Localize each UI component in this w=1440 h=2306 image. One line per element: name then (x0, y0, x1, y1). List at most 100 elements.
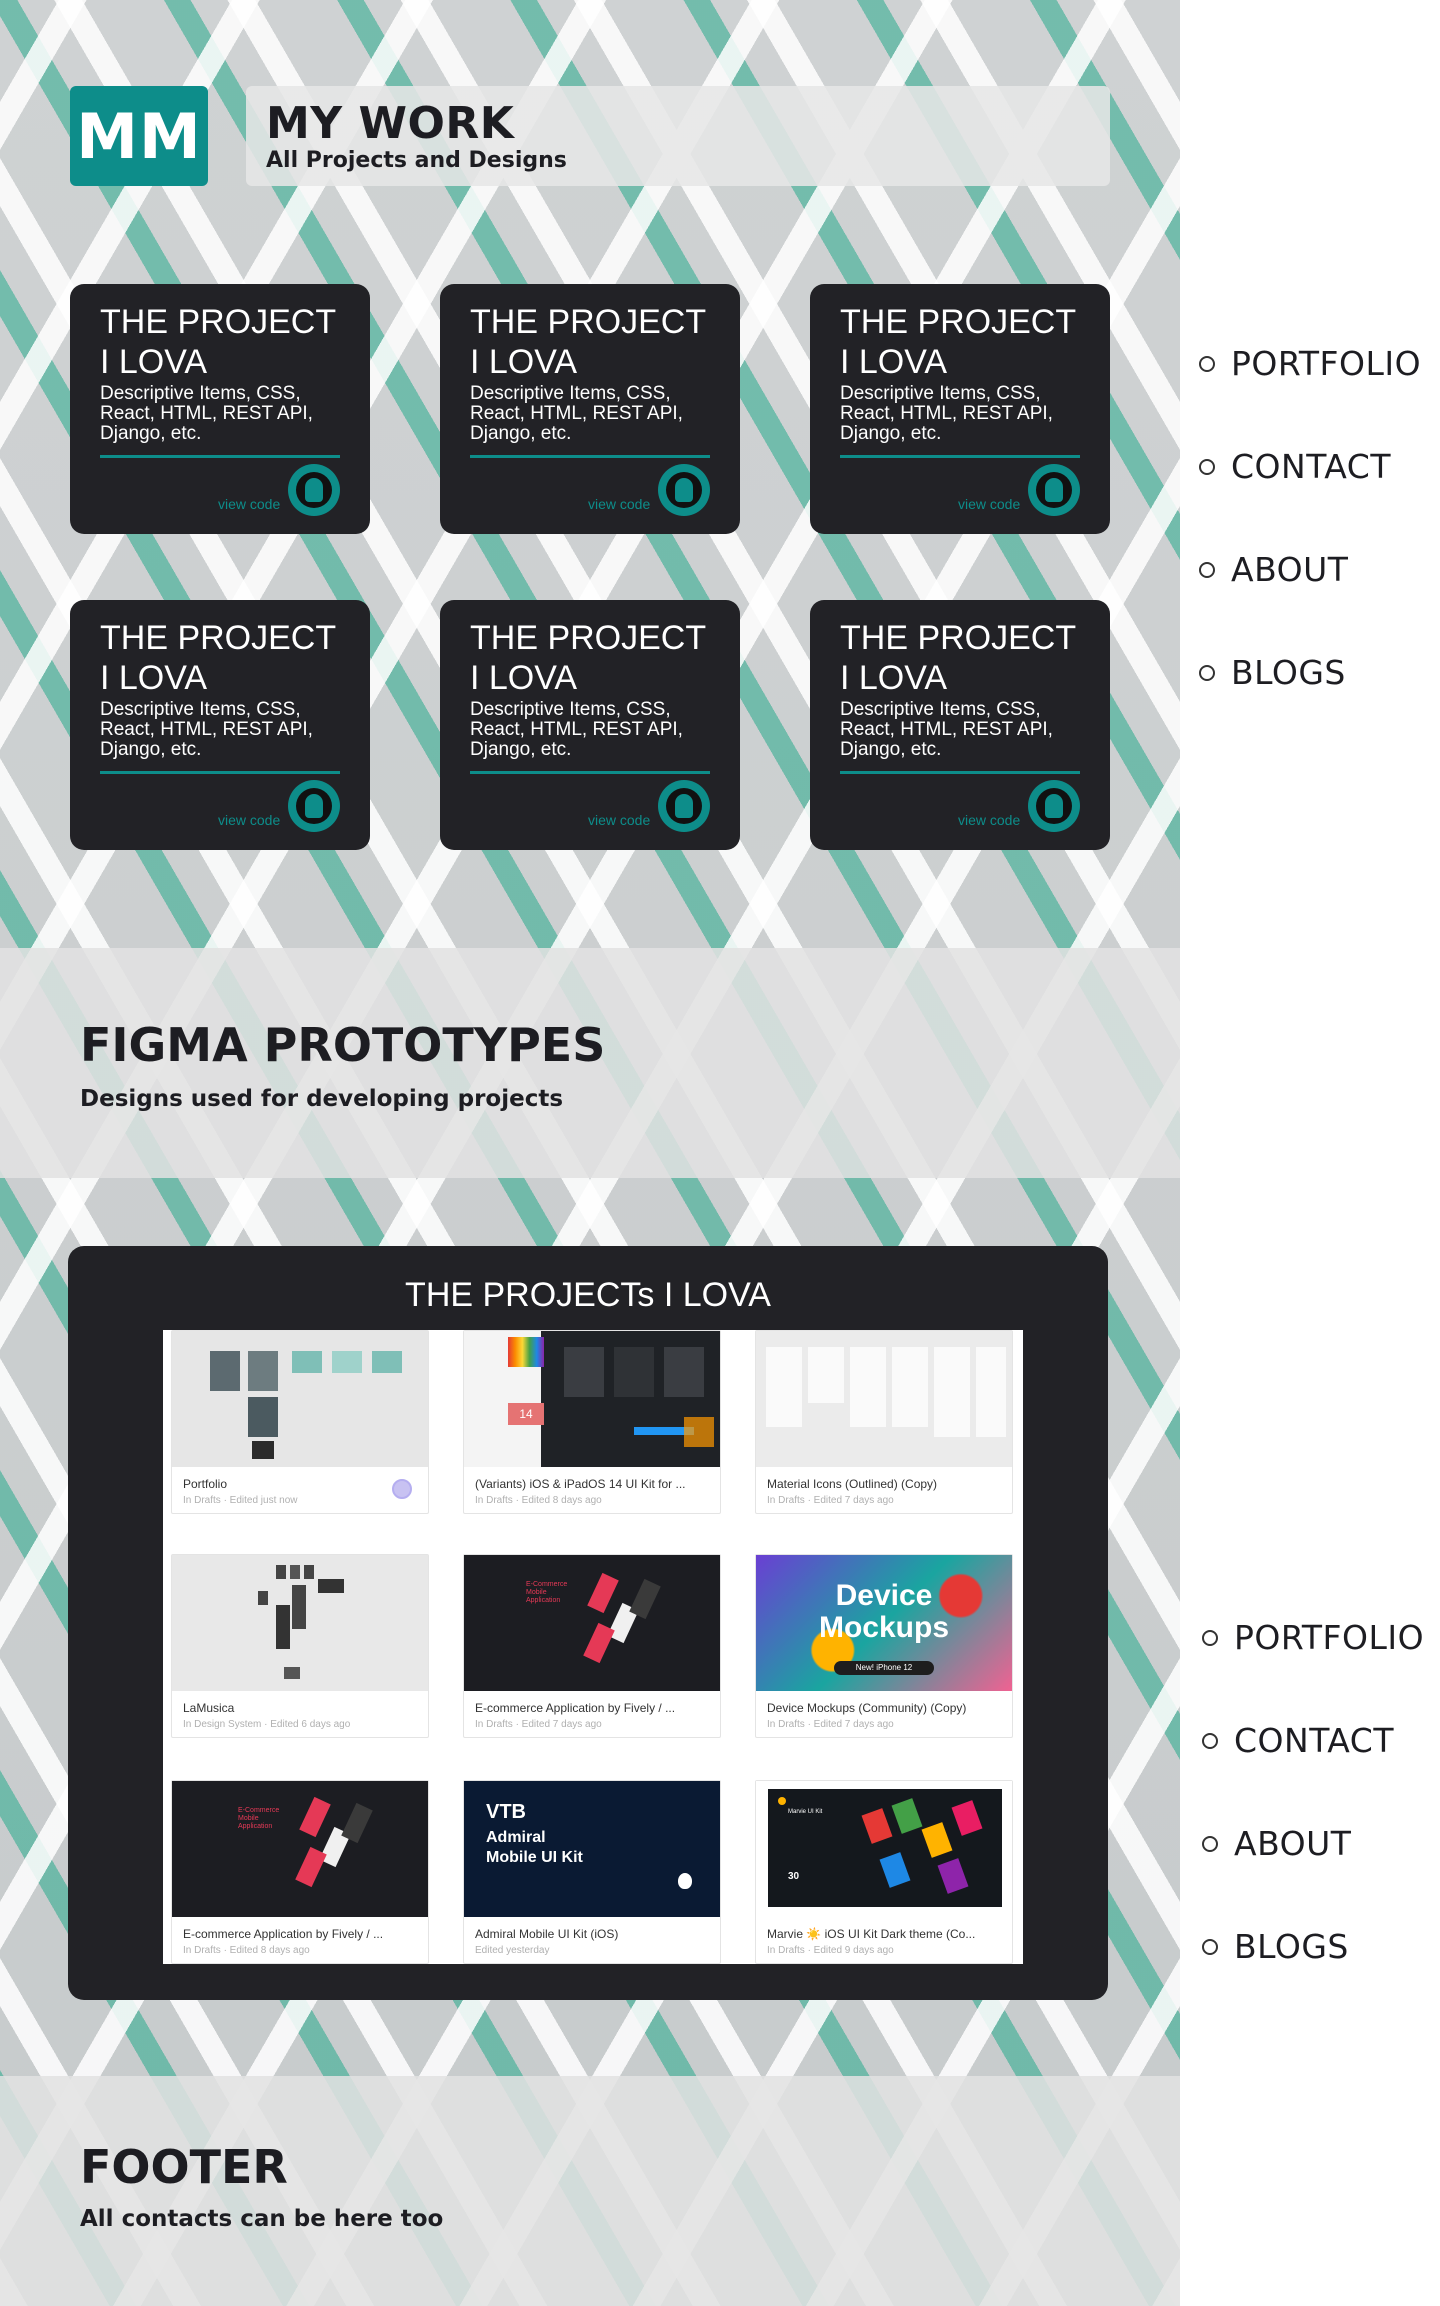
view-code-link[interactable]: view code (588, 496, 650, 512)
page-subtitle: All Projects and Designs (266, 148, 567, 173)
marvie-thumb-header: Marvie UI Kit (788, 1809, 823, 1815)
radio-icon (1199, 562, 1215, 578)
project-card[interactable]: THE PROJECT I LOVA Descriptive Items, CS… (440, 284, 740, 534)
figma-file-name: Device Mockups (Community) (Copy) (767, 1701, 967, 1715)
figma-file-meta: In Drafts · Edited 7 days ago (767, 1495, 894, 1506)
footer-title: FOOTER (80, 2140, 288, 2194)
view-code-link[interactable]: view code (218, 496, 280, 512)
radio-icon (1202, 1836, 1218, 1852)
figma-file-name: LaMusica (183, 1701, 235, 1715)
nav-item-portfolio[interactable]: PORTFOLIO (1202, 1618, 1440, 1721)
view-code-link[interactable]: view code (588, 812, 650, 828)
figma-file-thumbnail: Marvie UI Kit 30 (756, 1781, 1012, 1917)
ecommerce-thumb-label: E-Commerce Mobile Application (238, 1807, 280, 1830)
logo-text: MM (76, 99, 202, 173)
figma-file-name: E-commerce Application by Fively / ... (475, 1701, 676, 1715)
figma-embed-panel: THE PROJECTs I LOVA Portfolio In Drafts … (68, 1246, 1108, 2000)
nav-item-about[interactable]: ABOUT (1199, 550, 1439, 653)
figma-file-thumbnail: VTB Admiral Mobile UI Kit (464, 1781, 720, 1917)
project-card[interactable]: THE PROJECT I LOVA Descriptive Items, CS… (70, 600, 370, 850)
figma-file-thumbnail: 14 (464, 1331, 720, 1467)
nav-item-contact[interactable]: CONTACT (1202, 1721, 1440, 1824)
radio-icon (1199, 665, 1215, 681)
project-card[interactable]: THE PROJECT I LOVA Descriptive Items, CS… (440, 600, 740, 850)
figma-file-name: E-commerce Application by Fively / ... (183, 1927, 384, 1941)
figma-section-header: FIGMA PROTOTYPES Designs used for develo… (0, 948, 1180, 1178)
figma-file-meta: In Drafts · Edited just now (183, 1495, 298, 1506)
figma-panel-title: THE PROJECTs I LOVA (405, 1276, 771, 1314)
figma-file-card[interactable]: E-Commerce Mobile Application E-commerce… (171, 1780, 429, 1964)
figma-file-meta: In Drafts · Edited 7 days ago (475, 1719, 602, 1730)
figma-file-thumbnail: E-Commerce Mobile Application (172, 1781, 428, 1917)
nav-item-contact[interactable]: CONTACT (1199, 447, 1439, 550)
github-icon[interactable] (1028, 780, 1080, 832)
github-icon[interactable] (658, 464, 710, 516)
apple-icon (678, 1873, 692, 1889)
nav-item-about[interactable]: ABOUT (1202, 1824, 1440, 1927)
figma-file-name: Marvie ☀️ iOS UI Kit Dark theme (Co... (767, 1927, 976, 1941)
figma-file-card[interactable]: E-Commerce Mobile Application E-commerce… (463, 1554, 721, 1738)
figma-file-meta: In Drafts · Edited 9 days ago (767, 1945, 894, 1956)
figma-file-card[interactable]: 14 (Variants) iOS & iPadOS 14 UI Kit for… (463, 1330, 721, 1514)
figma-file-thumbnail (172, 1331, 428, 1467)
view-code-link[interactable]: view code (958, 812, 1020, 828)
figma-file-card[interactable]: LaMusica In Design System · Edited 6 day… (171, 1554, 429, 1738)
project-card-divider (840, 455, 1080, 458)
radio-icon (1202, 1939, 1218, 1955)
nav-label: BLOGS (1234, 1927, 1349, 1966)
nav-label: PORTFOLIO (1231, 344, 1422, 383)
project-card-divider (100, 455, 340, 458)
figma-file-card[interactable]: Device Mockups New! iPhone 12 Device Moc… (755, 1554, 1013, 1738)
side-nav-bottom: PORTFOLIO CONTACT ABOUT BLOGS (1202, 1618, 1440, 2030)
nav-label: CONTACT (1231, 447, 1391, 486)
nav-item-blogs[interactable]: BLOGS (1202, 1927, 1440, 2030)
page-title: MY WORK (266, 98, 515, 149)
project-card-description: Descriptive Items, CSS, React, HTML, RES… (840, 699, 1053, 760)
figma-file-card[interactable]: VTB Admiral Mobile UI Kit Admiral Mobile… (463, 1780, 721, 1964)
project-card-title: THE PROJECT I LOVA (100, 619, 336, 697)
figma-file-card[interactable]: Marvie UI Kit 30 Marvie ☀️ iOS UI Kit Da… (755, 1780, 1013, 1964)
nav-item-portfolio[interactable]: PORTFOLIO (1199, 344, 1439, 447)
nav-item-blogs[interactable]: BLOGS (1199, 653, 1439, 756)
project-card-description: Descriptive Items, CSS, React, HTML, RES… (840, 383, 1053, 444)
figma-files-grid[interactable]: Portfolio In Drafts · Edited just now 14… (163, 1330, 1023, 1964)
project-card-title: THE PROJECT I LOVA (470, 619, 706, 697)
github-icon[interactable] (288, 780, 340, 832)
figma-file-meta: In Design System · Edited 6 days ago (183, 1719, 351, 1730)
figma-file-meta: Edited yesterday (475, 1945, 550, 1956)
radio-icon (1202, 1630, 1218, 1646)
project-card-description: Descriptive Items, CSS, React, HTML, RES… (470, 383, 683, 444)
figma-file-name: Material Icons (Outlined) (Copy) (767, 1477, 938, 1491)
radio-icon (1199, 356, 1215, 372)
avatar (392, 1479, 412, 1499)
project-card-divider (470, 771, 710, 774)
view-code-link[interactable]: view code (958, 496, 1020, 512)
logo-badge[interactable]: MM (70, 86, 208, 186)
device-thumb-title-1: Device (835, 1579, 933, 1612)
github-icon[interactable] (658, 780, 710, 832)
main-area: MM MY WORK All Projects and Designs THE … (0, 0, 1180, 2306)
nav-label: ABOUT (1231, 550, 1349, 589)
device-thumb-title-2: Mockups (818, 1611, 950, 1644)
marvie-thumb-count: 30 (788, 1871, 800, 1882)
footer-subtitle: All contacts can be here too (80, 2206, 444, 2232)
view-code-link[interactable]: view code (218, 812, 280, 828)
footer: FOOTER All contacts can be here too (0, 2076, 1180, 2306)
figma-file-name: Portfolio (183, 1477, 228, 1491)
nav-label: PORTFOLIO (1234, 1618, 1425, 1657)
project-card-description: Descriptive Items, CSS, React, HTML, RES… (470, 699, 683, 760)
project-card[interactable]: THE PROJECT I LOVA Descriptive Items, CS… (810, 284, 1110, 534)
project-card-divider (470, 455, 710, 458)
figma-section-title: FIGMA PROTOTYPES (80, 1018, 606, 1072)
github-icon[interactable] (1028, 464, 1080, 516)
project-card[interactable]: THE PROJECT I LOVA Descriptive Items, CS… (810, 600, 1110, 850)
vtb-thumb-line-2: Mobile UI Kit (486, 1849, 583, 1866)
figma-file-card[interactable]: Portfolio In Drafts · Edited just now (171, 1330, 429, 1514)
vtb-thumb-title: VTB (486, 1801, 526, 1823)
figma-file-card[interactable]: Material Icons (Outlined) (Copy) In Draf… (755, 1330, 1013, 1514)
github-icon[interactable] (288, 464, 340, 516)
figma-section-subtitle: Designs used for developing projects (80, 1086, 564, 1112)
nav-label: BLOGS (1231, 653, 1346, 692)
project-card[interactable]: THE PROJECT I LOVA Descriptive Items, CS… (70, 284, 370, 534)
project-card-title: THE PROJECT I LOVA (840, 619, 1076, 697)
